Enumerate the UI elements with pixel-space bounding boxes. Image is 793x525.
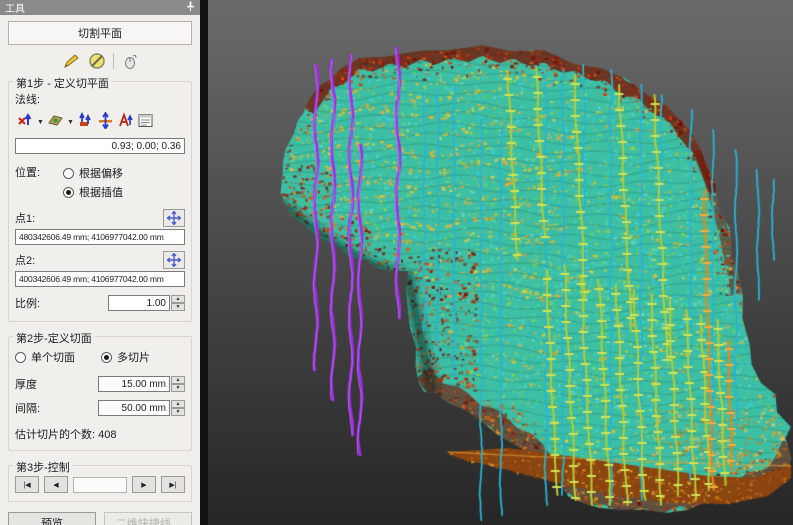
preview-button[interactable]: 预览: [8, 512, 96, 525]
scale-label: 比例:: [15, 295, 40, 311]
group-step3-label: 第3步-控制: [13, 459, 73, 475]
panel-divider[interactable]: [200, 0, 208, 525]
normal-axis-icon[interactable]: [17, 112, 34, 132]
nav-prev-button[interactable]: ◀: [44, 476, 68, 493]
radio-by-interp[interactable]: 根据插值: [63, 184, 123, 200]
viewport-3d[interactable]: [208, 0, 793, 525]
normal-value-field[interactable]: 0.93; 0.00; 0.36: [15, 138, 185, 154]
radio-single-section[interactable]: 单个切面: [15, 349, 75, 365]
scale-down-button[interactable]: ▼: [171, 303, 185, 311]
thickness-value-field[interactable]: 15.00 mm: [98, 376, 170, 392]
mouse-icon[interactable]: [120, 51, 140, 71]
normal-perpendicular-icon[interactable]: [97, 112, 114, 132]
edit-pencil-icon[interactable]: [61, 51, 81, 71]
radio-by-offset-circle[interactable]: [63, 168, 74, 179]
radio-multi-slice-label: 多切片: [117, 349, 150, 365]
point1-label: 点1:: [15, 210, 35, 226]
toolbar-separator: [113, 53, 114, 69]
spacing-down-button[interactable]: ▼: [171, 408, 185, 416]
tool-mode-toolbar: [8, 50, 192, 72]
radio-by-interp-label: 根据插值: [79, 184, 123, 200]
thickness-label: 厚度: [15, 376, 37, 392]
nav-last-button[interactable]: ▶|: [161, 476, 185, 493]
point1-pick-button[interactable]: [163, 209, 185, 227]
normal-plane-icon[interactable]: [47, 112, 64, 132]
panel-title: 工具: [5, 0, 25, 15]
scale-spinbox: 1.00 ▲▼: [108, 295, 185, 311]
normal-tools-row: ▼ ▼: [17, 112, 185, 132]
group-step1: 第1步 - 定义切平面 法线: ▼ ▼ 0.93; 0.00; 0.36 位置:: [8, 81, 192, 322]
normal-dialog-icon[interactable]: [137, 112, 154, 132]
normal-axis-caret-icon[interactable]: ▼: [37, 119, 44, 126]
forbid-icon[interactable]: [87, 51, 107, 71]
point1-value-field[interactable]: 480342606.49 mm; 4106977042.00 mm: [15, 229, 185, 245]
point-cloud-canvas[interactable]: [208, 0, 793, 525]
radio-single-section-label: 单个切面: [31, 349, 75, 365]
group-step1-label: 第1步 - 定义切平面: [13, 75, 112, 91]
scale-up-button[interactable]: ▲: [171, 295, 185, 303]
slice-estimate-text: 估计切片的个数: 408: [15, 426, 185, 442]
radio-by-offset[interactable]: 根据偏移: [63, 165, 123, 181]
group-step2: 第2步-定义切面 单个切面 多切片 厚度 15.00 mm ▲▼: [8, 336, 192, 451]
radio-by-interp-circle[interactable]: [63, 187, 74, 198]
panel-titlebar[interactable]: 工具: [0, 0, 200, 15]
point2-label: 点2:: [15, 252, 35, 268]
thickness-up-button[interactable]: ▲: [171, 376, 185, 384]
pin-icon[interactable]: [186, 1, 195, 15]
spacing-label: 间隔:: [15, 400, 40, 416]
spacing-spinbox: 50.00 mm ▲▼: [98, 400, 185, 416]
nav-next-button[interactable]: ▶: [132, 476, 156, 493]
normal-label: 法线:: [15, 91, 185, 107]
point2-value-field[interactable]: 400342606.49 mm; 4106977042.00 mm: [15, 271, 185, 287]
normal-two-points-icon[interactable]: [77, 112, 94, 132]
radio-single-section-circle[interactable]: [15, 352, 26, 363]
tools-panel: 工具 切割平面 第1步 - 定义切平面: [0, 0, 200, 525]
group-step3: 第3步-控制 |◀ ◀ ▶ ▶|: [8, 465, 192, 502]
spacing-value-field[interactable]: 50.00 mm: [98, 400, 170, 416]
nav-position-field[interactable]: [73, 477, 127, 493]
normal-align-icon[interactable]: [117, 112, 134, 132]
thickness-down-button[interactable]: ▼: [171, 384, 185, 392]
application-window: 工具 切割平面 第1步 - 定义切平面: [0, 0, 793, 525]
group-step2-label: 第2步-定义切面: [13, 330, 95, 346]
shortcut2d-button[interactable]: 二维快捷线...: [104, 512, 192, 525]
tool-header: 切割平面: [8, 21, 192, 45]
thickness-spinbox: 15.00 mm ▲▼: [98, 376, 185, 392]
spacing-up-button[interactable]: ▲: [171, 400, 185, 408]
point2-pick-button[interactable]: [163, 251, 185, 269]
radio-multi-slice[interactable]: 多切片: [101, 349, 150, 365]
radio-by-offset-label: 根据偏移: [79, 165, 123, 181]
nav-first-button[interactable]: |◀: [15, 476, 39, 493]
position-label: 位置:: [15, 162, 63, 203]
normal-plane-caret-icon[interactable]: ▼: [67, 119, 74, 126]
panel-body: 切割平面 第1步 - 定义切平面 法线: ▼: [0, 15, 200, 525]
slice-nav-row: |◀ ◀ ▶ ▶|: [15, 476, 185, 493]
scale-value-field[interactable]: 1.00: [108, 295, 170, 311]
radio-multi-slice-circle[interactable]: [101, 352, 112, 363]
